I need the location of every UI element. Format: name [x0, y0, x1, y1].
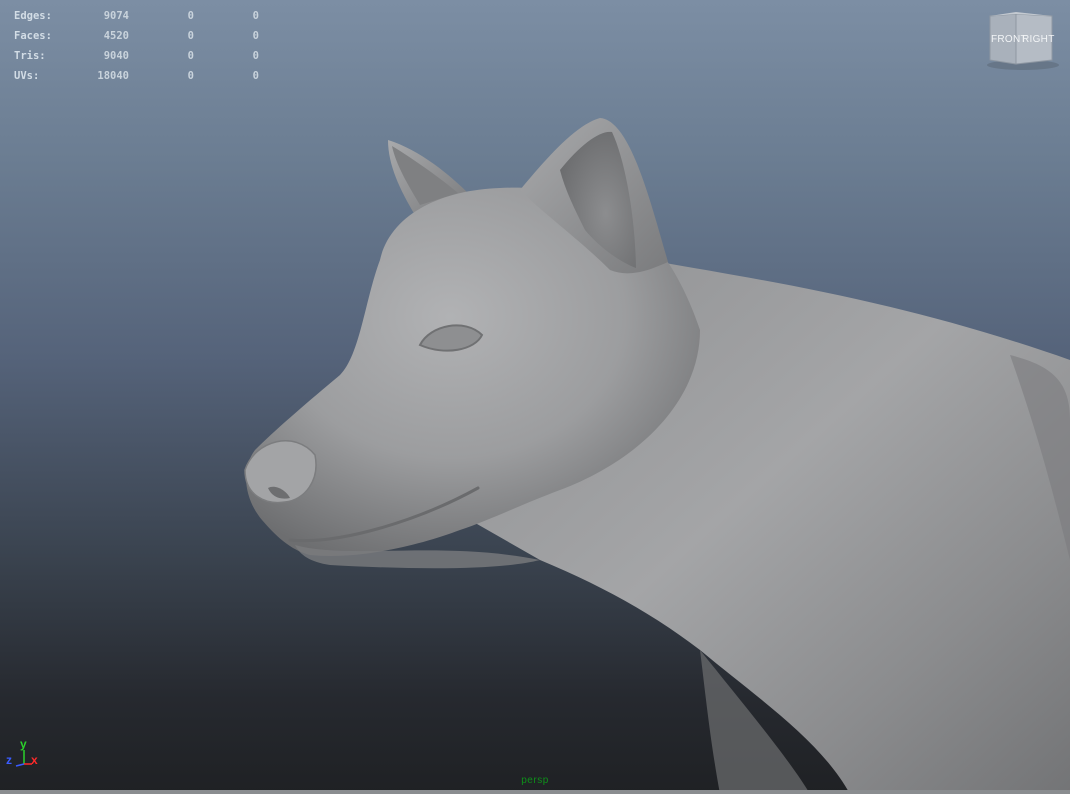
hud-value-component: 0 [252, 70, 259, 82]
perspective-viewport[interactable]: Edges: 9074 0 0 Faces: 4520 0 0 Tris: 90… [0, 0, 1070, 794]
axis-x-label: x [31, 753, 38, 767]
camera-name-label: persp [521, 775, 549, 786]
viewport-bottom-border [0, 790, 1070, 794]
hud-row-edges: Edges: 9074 0 0 [14, 6, 259, 26]
hud-value-component: 0 [252, 10, 259, 22]
hud-row-uvs: UVs: 18040 0 0 [14, 66, 259, 86]
dog-model[interactable] [0, 0, 1070, 794]
hud-label: Edges: [14, 10, 52, 22]
hud-value-selected: 0 [187, 50, 194, 62]
hud-label: Tris: [14, 50, 46, 62]
hud-value-object: 4520 [103, 30, 129, 42]
hud-value-component: 0 [252, 30, 259, 42]
hud-label: Faces: [14, 30, 52, 42]
viewcube[interactable]: FRONT RIGHT [984, 10, 1062, 72]
hud-value-selected: 0 [187, 30, 194, 42]
hud-value-selected: 0 [187, 70, 194, 82]
hud-row-faces: Faces: 4520 0 0 [14, 26, 259, 46]
hud-value-component: 0 [252, 50, 259, 62]
hud-value-object: 9074 [103, 10, 129, 22]
viewcube-right-label: RIGHT [1022, 34, 1055, 45]
hud-row-tris: Tris: 9040 0 0 [14, 46, 259, 66]
hud-value-object: 18040 [97, 70, 129, 82]
hud-value-selected: 0 [187, 10, 194, 22]
hud-label: UVs: [14, 70, 40, 82]
poly-count-hud: Edges: 9074 0 0 Faces: 4520 0 0 Tris: 90… [14, 6, 259, 86]
axis-z-line [15, 763, 25, 767]
hud-value-object: 9040 [103, 50, 129, 62]
axis-y-label: y [20, 737, 27, 751]
axis-z-label: z [6, 753, 12, 767]
axis-gizmo: y x z [6, 737, 38, 767]
